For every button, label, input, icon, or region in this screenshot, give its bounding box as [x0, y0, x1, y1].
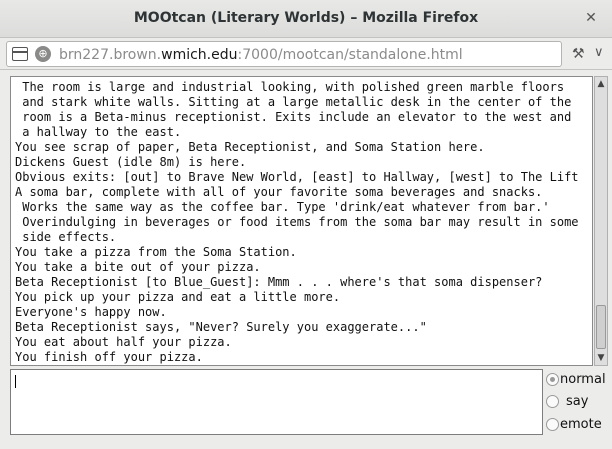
url-text[interactable]: brn227.brown.wmich.edu:7000/mootcan/stan…: [59, 47, 463, 63]
output-line: You see scrap of paper, Beta Receptionis…: [15, 140, 485, 154]
radio-button[interactable]: [546, 395, 559, 408]
url-bar[interactable]: ⊕ brn227.brown.wmich.edu:7000/mootcan/st…: [6, 41, 562, 67]
output-line: The room is large and industrial looking…: [15, 80, 565, 94]
scroll-up-icon[interactable]: ▲: [595, 77, 607, 91]
output-line: a hallway to the east.: [15, 125, 182, 139]
radio-label: say: [566, 394, 589, 409]
globe-icon: ⊕: [35, 46, 51, 62]
output-line: Everyone's happy now.: [15, 305, 167, 319]
mode-option-say[interactable]: say: [546, 393, 610, 411]
text-caret: [15, 375, 16, 388]
tab-icon[interactable]: [12, 47, 28, 61]
mode-option-emote[interactable]: emote: [546, 416, 610, 434]
chevron-down-icon[interactable]: ∨: [594, 45, 604, 60]
output-scrollbar[interactable]: ▲ ▼: [594, 76, 608, 366]
output-line: Beta Receptionist says, "Never? Surely y…: [15, 320, 427, 334]
output-line: You finish off your pizza.: [15, 350, 203, 364]
command-input[interactable]: [10, 369, 543, 435]
radio-button[interactable]: [546, 418, 559, 431]
url-suffix: :7000/mootcan/standalone.html: [237, 47, 463, 63]
output-line: Dickens Guest (idle 8m) is here.: [15, 155, 247, 169]
output-line: A soma bar, complete with all of your fa…: [15, 185, 543, 199]
output-line: Works the same way as the coffee bar. Ty…: [15, 200, 550, 214]
window-titlebar: MOOtcan (Literary Worlds) – Mozilla Fire…: [0, 0, 612, 38]
output-line: Beta Receptionist [to Blue_Guest]: Mmm .…: [15, 275, 543, 289]
output-line: Overindulging in beverages or food items…: [15, 215, 579, 229]
mud-output-pane[interactable]: The room is large and industrial looking…: [10, 76, 593, 366]
mode-option-normal[interactable]: normal: [546, 371, 610, 389]
close-icon[interactable]: ✕: [582, 9, 600, 27]
output-line: room is a Beta-minus receptionist. Exits…: [15, 110, 572, 124]
mud-output-text: The room is large and industrial looking…: [15, 80, 591, 365]
page-content: The room is large and industrial looking…: [0, 70, 612, 449]
url-domain: wmich.edu: [161, 47, 238, 63]
output-line: Obvious exits: [out] to Brave New World,…: [15, 170, 579, 184]
navigation-bar: ⊕ brn227.brown.wmich.edu:7000/mootcan/st…: [0, 38, 612, 70]
scroll-down-icon[interactable]: ▼: [595, 351, 607, 365]
addon-icon[interactable]: ⚒: [572, 46, 585, 62]
window-title: MOOtcan (Literary Worlds) – Mozilla Fire…: [133, 10, 479, 26]
radio-label: emote: [560, 417, 602, 432]
radio-button[interactable]: [546, 373, 559, 386]
output-line: You pick up your pizza and eat a little …: [15, 290, 341, 304]
scrollbar-thumb[interactable]: [596, 305, 606, 349]
output-line: You eat about half your pizza.: [15, 335, 232, 349]
output-line: You take a pizza from the Soma Station.: [15, 245, 297, 259]
radio-label: normal: [560, 372, 606, 387]
url-prefix: brn227.brown.: [59, 47, 162, 63]
output-line: side effects.: [15, 230, 117, 244]
output-line: and stark white walls. Sitting at a larg…: [15, 95, 572, 109]
output-line: You take a bite out of your pizza.: [15, 260, 261, 274]
